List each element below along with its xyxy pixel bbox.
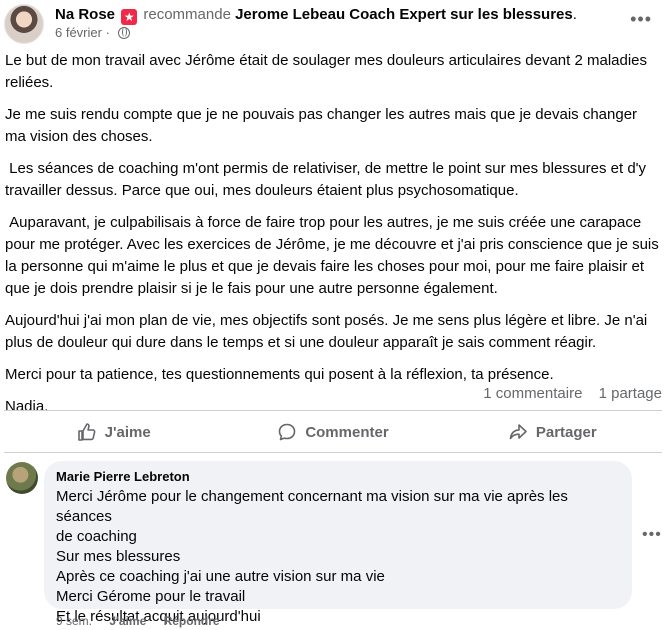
globe-icon	[117, 27, 130, 39]
comment-label: Commenter	[305, 423, 389, 441]
post-more-button[interactable]: •••	[630, 10, 652, 28]
comment-reply-button[interactable]: Répondre	[164, 614, 220, 628]
date-separator: ·	[105, 25, 110, 40]
commenter-name[interactable]: Marie Pierre Lebreton	[56, 469, 620, 485]
like-label: J'aime	[104, 423, 151, 441]
author-avatar[interactable]	[4, 4, 44, 44]
commenter-avatar[interactable]	[6, 462, 38, 494]
page-name-link[interactable]: Jerome Lebeau Coach Expert sur les bless…	[235, 6, 573, 23]
post-headline: Na Rose ★ recommande Jerome Lebeau Coach…	[55, 5, 577, 25]
comment-button[interactable]: Commenter	[223, 414, 442, 450]
post-date[interactable]: 6 février	[55, 25, 102, 40]
comment-bubble: Marie Pierre Lebreton Merci Jérôme pour …	[44, 461, 632, 625]
post-paragraph: Auparavant, je culpabilisais à force de …	[5, 214, 663, 297]
post-paragraph: Aujourd'hui j'ai mon plan de vie, mes ob…	[5, 312, 652, 351]
post-paragraph: Merci pour ta patience, tes questionneme…	[5, 366, 554, 383]
divider	[4, 410, 662, 411]
post-stats: 1 commentaire 1 partage	[471, 384, 662, 404]
comment-like-button[interactable]: J'aime	[109, 614, 146, 628]
post-paragraph: Le but de mon travail avec Jérôme était …	[5, 52, 652, 91]
post-meta: 6 février ·	[55, 25, 130, 41]
headline-period: .	[572, 6, 577, 23]
comment-line: de coaching	[56, 528, 137, 545]
comment-count[interactable]: 1 commentaire	[483, 385, 582, 402]
post-paragraph: Les séances de coaching m'ont permis de …	[5, 160, 651, 199]
like-button[interactable]: J'aime	[4, 414, 223, 450]
post-header: Na Rose ★ recommande Jerome Lebeau Coach…	[0, 0, 668, 48]
post-text: Le but de mon travail avec Jérôme était …	[5, 50, 660, 428]
comment-line: Merci Gérome pour le travail	[56, 588, 246, 605]
recommend-verb: recommande	[143, 6, 231, 23]
recommend-badge-icon: ★	[121, 9, 138, 25]
comment-line: Merci Jérôme pour le changement concerna…	[56, 488, 568, 525]
share-label: Partager	[535, 423, 597, 441]
comment-time[interactable]: 9 sem.	[56, 614, 92, 628]
post-paragraph: Je me suis rendu compte que je ne pouvai…	[5, 106, 642, 145]
share-button[interactable]: Partager	[443, 414, 662, 450]
comment-more-button[interactable]: •••	[642, 526, 662, 544]
share-count[interactable]: 1 partage	[599, 385, 662, 402]
post-actions: J'aime Commenter Partager	[4, 414, 662, 450]
thumbs-up-icon	[77, 422, 97, 442]
comment-meta: 9 sem. J'aime Répondre	[56, 613, 234, 629]
divider	[4, 452, 662, 453]
comment-line: Après ce coaching j'ai une autre vision …	[56, 568, 385, 585]
author-name[interactable]: Na Rose	[55, 6, 115, 23]
comment-line: Sur mes blessures	[56, 548, 181, 565]
comment-bubble-icon	[277, 422, 297, 442]
share-arrow-icon	[508, 422, 528, 442]
